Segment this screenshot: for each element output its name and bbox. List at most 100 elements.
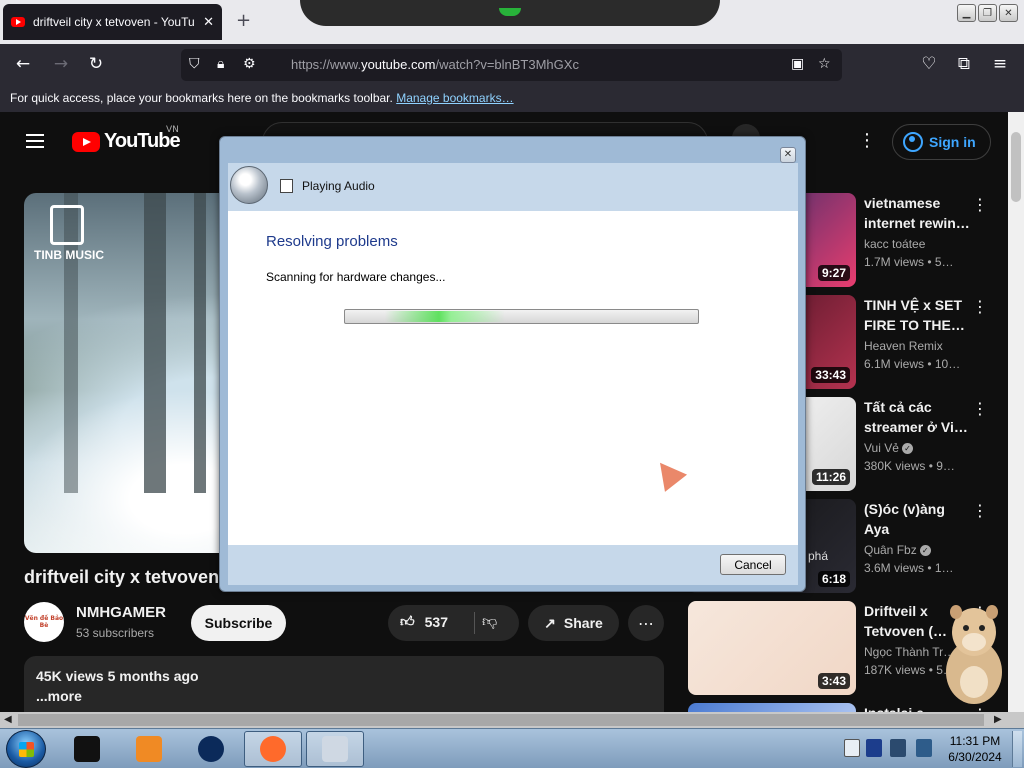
thumbs-up-icon: 👍︎ [400,613,415,629]
bookmarks-hint: For quick access, place your bookmarks h… [10,91,393,105]
recommendation-channel: Quân Fbz ✓ [864,543,931,557]
recommendation-stats: 6.1M views • 10… [864,357,961,371]
dialog-close-button[interactable]: ✕ [780,147,796,163]
troubleshooter-icon [322,736,348,762]
forward-icon[interactable]: → [50,54,72,74]
like-count: 537 [424,613,448,630]
clock-date: 6/30/2024 [948,750,1002,764]
browser-tab-strip: driftveil city x tetvoven - YouTube ✕ + … [0,0,1024,44]
share-label: Share [563,615,603,631]
video-duration: 9:27 [817,265,850,281]
pocket-icon[interactable]: ♡ [918,54,940,74]
channel-name[interactable]: NMHGAMER [76,604,166,621]
recommendation-stats: 1.7M views • 5… [864,255,954,269]
hamburger-menu-icon[interactable] [26,134,44,148]
volume-icon[interactable] [916,739,932,757]
horizontal-scroll-thumb[interactable] [18,714,984,726]
manage-bookmarks-link[interactable]: Manage bookmarks… [396,91,513,105]
taskbar-app-troubleshooter[interactable] [306,731,364,767]
close-tab-icon[interactable]: ✕ [203,15,214,30]
video-duration: 6:18 [817,571,850,587]
show-desktop-button[interactable] [1012,731,1022,767]
restore-button[interactable]: ❐ [978,4,997,22]
video-duration: 33:43 [811,367,850,383]
recommendation-title[interactable]: (S)óc (v)àng Aya [864,499,970,539]
share-button[interactable]: ↗ Share [528,605,619,641]
scroll-left-icon[interactable]: ◀ [4,712,12,728]
network-icon[interactable] [890,739,906,757]
vertical-scroll-thumb[interactable] [1011,132,1021,202]
settings-kebab-icon[interactable]: ⋮ [858,130,876,151]
country-code: VN [166,125,179,135]
thumbs-down-icon[interactable]: 👎︎ [482,612,497,631]
vertical-scrollbar[interactable] [1008,112,1024,712]
top-decoration [300,0,720,26]
user-icon [903,132,923,152]
taskbar-app-media-player[interactable] [120,731,178,767]
taskbar-app-terminal[interactable] [58,731,116,767]
dialog-heading: Resolving problems [266,233,398,250]
progress-bar [344,309,699,324]
permissions-icon[interactable]: ⚙ [243,56,256,72]
sign-in-label: Sign in [929,134,976,150]
verified-icon: ✓ [901,443,913,455]
like-dislike-bar: 👍︎ 537 👎︎ [388,605,519,641]
new-tab-button[interactable]: + [236,10,251,31]
minimize-button[interactable]: ▁ [957,4,976,22]
start-button[interactable] [6,730,46,768]
dialog-status: Scanning for hardware changes... [266,270,446,284]
recommendation-menu-icon[interactable]: ⋮ [972,501,988,520]
recommendation-channel: Heaven Remix [864,339,943,353]
reader-view-icon[interactable]: ▣ [791,56,804,72]
back-icon[interactable]: ← [12,54,34,74]
recommendation-title[interactable]: vietnamese internet rewin… [864,193,970,233]
share-arrow-icon: ↗ [544,614,556,631]
recommendation-title[interactable]: Tất cả các streamer ở Vi… [864,397,970,437]
dialog-body: Resolving problems Scanning for hardware… [228,211,798,545]
browser-nav-bar: ← → ↻ ⛉ 🔒︎ ⚙ https://www.youtube.com/wat… [0,44,1024,86]
subscribe-button[interactable]: Subscribe [191,605,286,641]
browser-tab[interactable]: driftveil city x tetvoven - YouTube ✕ [3,4,222,40]
recommendation-thumbnail[interactable] [688,703,856,712]
recommendation-menu-icon[interactable]: ⋮ [972,195,988,214]
scroll-right-icon[interactable]: ▶ [994,712,1002,728]
horizontal-scrollbar[interactable]: ◀ ▶ [0,712,1024,728]
menu-icon[interactable]: ≡ [989,54,1011,74]
tray-app-icon[interactable] [866,739,882,757]
recommendation-menu-icon[interactable]: ⋮ [972,399,988,418]
extensions-icon[interactable]: ⧉ [953,54,975,74]
troubleshooter-dialog: ✕ Playing Audio Resolving problems Scann… [219,136,806,592]
youtube-favicon-icon [11,17,25,27]
recommendation-menu-icon[interactable]: ⋮ [972,297,988,316]
youtube-logo[interactable]: YouTube VN [72,125,181,153]
back-orb-icon[interactable] [230,166,268,204]
bookmark-star-icon[interactable]: ☆ [818,56,831,72]
youtube-play-icon [72,131,100,152]
lock-icon[interactable]: 🔒︎ [217,56,224,72]
tab-title: driftveil city x tetvoven - YouTube [33,15,196,29]
recommendation-thumbnail[interactable]: 3:43 [688,601,856,695]
recommendation-title[interactable]: TINH VỆ x SET FIRE TO THE… [864,295,970,335]
close-window-button[interactable]: ✕ [999,4,1018,22]
taskbar-app-globe[interactable] [182,731,240,767]
taskbar-app-firefox[interactable] [244,731,302,767]
tray-expand-icon[interactable] [844,739,860,757]
globe-icon [198,736,224,762]
recommendation-menu-icon[interactable]: ⋮ [972,705,988,712]
cancel-button[interactable]: Cancel [720,554,786,575]
url-text[interactable]: https://www.youtube.com/watch?v=blnBT3Mh… [291,57,579,72]
like-button[interactable]: 👍︎ 537 [400,613,448,630]
more-actions-icon[interactable]: ⋯ [628,605,664,641]
sign-in-button[interactable]: Sign in [892,124,991,160]
shield-icon[interactable]: ⛉ [189,56,200,72]
hamster-sticker [946,605,1002,704]
url-bar[interactable]: ⛉ 🔒︎ ⚙ https://www.youtube.com/watch?v=b… [181,49,842,81]
taskbar: 11:31 PM 6/30/2024 [0,728,1024,768]
recommendation-stats: 380K views • 9… [864,459,955,473]
description-box[interactable]: 45K views 5 months ago ...more [24,656,664,712]
taskbar-clock[interactable]: 11:31 PM 6/30/2024 [944,733,1006,765]
reload-icon[interactable]: ↻ [85,54,107,74]
channel-avatar[interactable]: Vẽn đề Bảo Bè [24,602,64,642]
like-separator [474,612,475,634]
show-more-link[interactable]: ...more [36,688,652,704]
